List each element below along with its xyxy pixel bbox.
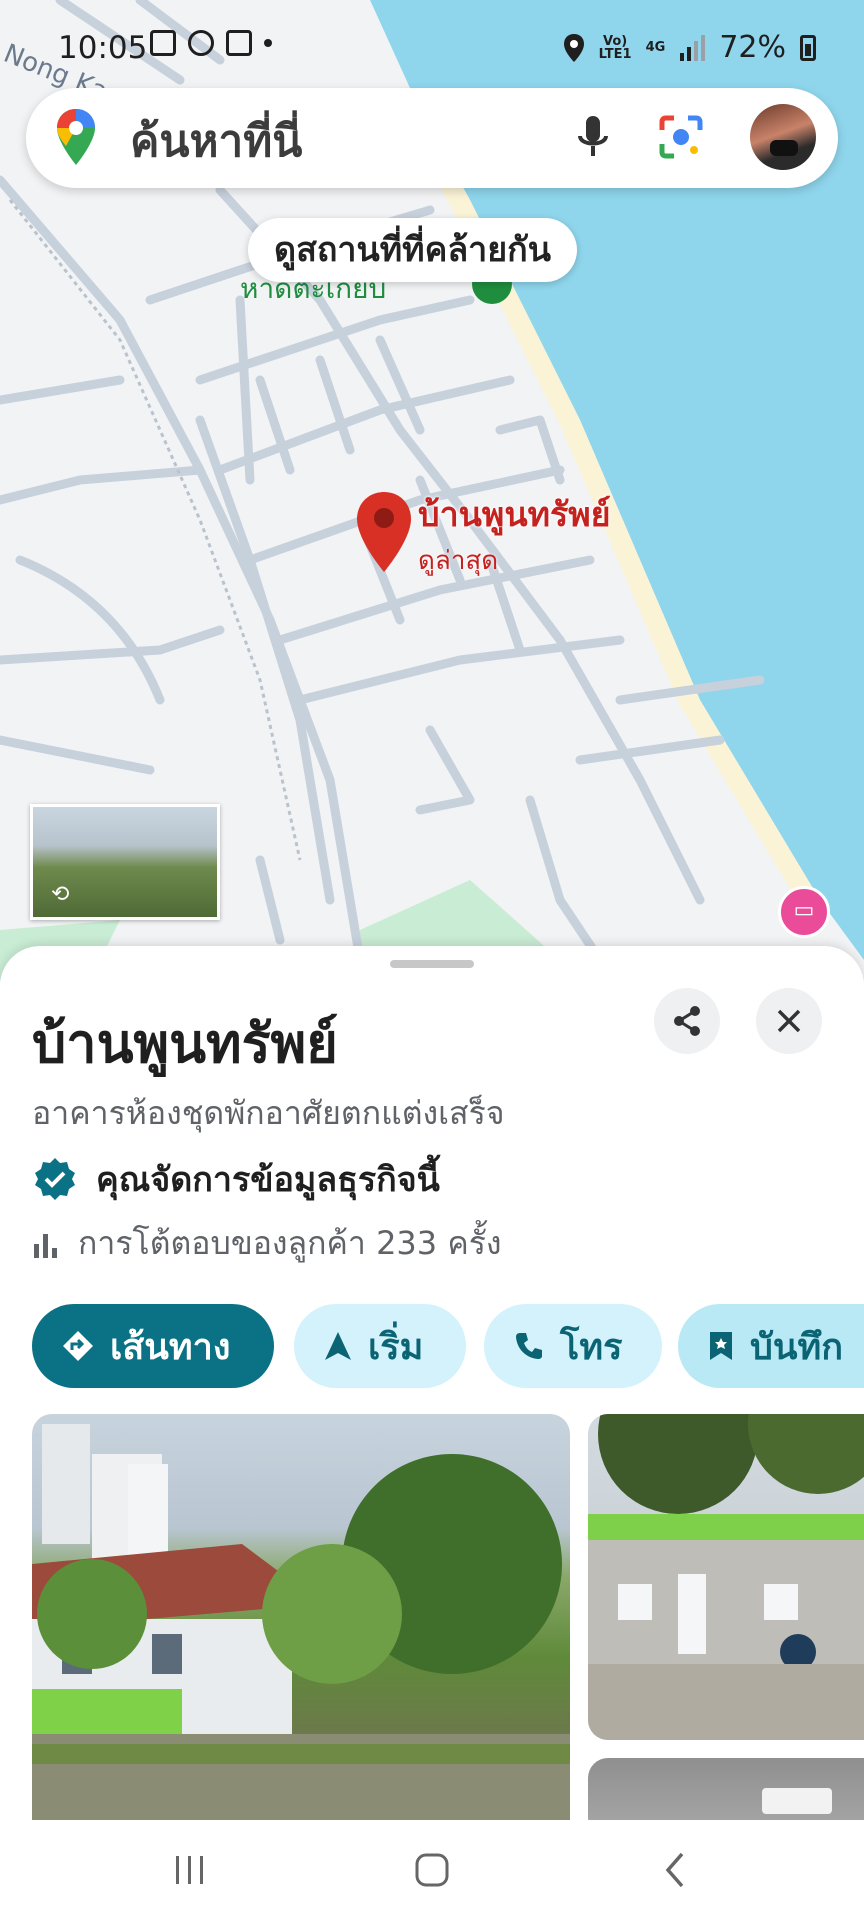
- seven-eleven-notification-icon: [226, 30, 252, 56]
- similar-places-chip[interactable]: ดูสถานที่ที่คล้ายกัน: [248, 218, 577, 282]
- call-button[interactable]: โทร: [484, 1304, 662, 1388]
- verified-text: คุณจัดการข้อมูลธุรกิจนี้: [96, 1160, 440, 1200]
- start-button[interactable]: เริ่ม: [294, 1304, 466, 1388]
- signal-icon: [680, 34, 706, 61]
- search-input[interactable]: ค้นหาที่นี่: [130, 106, 302, 176]
- volte-indicator: Vo) LTE1: [598, 33, 632, 62]
- place-details-sheet[interactable]: บ้านพูนทรัพย์ อาคารห้องชุดพักอาศัยตกแต่ง…: [0, 946, 864, 1920]
- system-navigation-bar: [0, 1820, 864, 1920]
- street-view-rotate-icon: ⟲: [51, 882, 70, 907]
- battery-icon: [800, 34, 816, 61]
- bookmark-icon: [710, 1332, 732, 1360]
- bar-chart-icon: [34, 1233, 57, 1258]
- house-photo: [32, 1424, 570, 1820]
- building-photo: [588, 1414, 864, 1740]
- place-title: บ้านพูนทรัพย์: [32, 1012, 338, 1075]
- location-icon: [563, 33, 584, 62]
- share-button[interactable]: [654, 988, 720, 1054]
- google-maps-logo-icon: [57, 109, 95, 165]
- status-bar: 10:05 Vo) LTE1 4G 72%: [0, 0, 864, 96]
- directions-label: เส้นทาง: [110, 1326, 231, 1368]
- close-button[interactable]: [756, 988, 822, 1054]
- save-label: บันทึก: [750, 1326, 843, 1368]
- google-lens-icon[interactable]: [658, 114, 704, 160]
- owner-verified-row[interactable]: คุณจัดการข้อมูลธุรกิจนี้: [32, 1152, 440, 1206]
- more-notifications-icon: [264, 39, 272, 47]
- verified-badge-icon: [35, 1158, 75, 1200]
- navigation-arrow-icon: [325, 1332, 351, 1360]
- marker-label[interactable]: บ้านพูนทรัพย์: [418, 495, 611, 535]
- gallery-notification-icon: [150, 30, 176, 56]
- gallery-photo-2[interactable]: [588, 1414, 864, 1740]
- home-icon[interactable]: [412, 1850, 452, 1890]
- sheet-drag-handle[interactable]: [390, 960, 474, 968]
- call-label: โทร: [560, 1326, 623, 1368]
- battery-percent: 72%: [719, 30, 786, 65]
- save-button[interactable]: บันทึก: [678, 1304, 864, 1388]
- close-icon: [777, 1009, 801, 1033]
- marker-sublabel: ดูล่าสุด: [418, 546, 499, 576]
- phone-icon: [516, 1333, 542, 1359]
- place-category: อาคารห้องชุดพักอาศัยตกแต่งเสร็จ: [32, 1094, 505, 1132]
- street-view-thumbnail[interactable]: ⟲: [30, 804, 220, 920]
- hotel-pin-icon[interactable]: ▭: [778, 886, 830, 938]
- search-bar[interactable]: ค้นหาที่นี่: [26, 88, 838, 188]
- recent-apps-icon[interactable]: [172, 1850, 208, 1890]
- back-icon[interactable]: [660, 1850, 690, 1890]
- microphone-icon[interactable]: [576, 114, 610, 162]
- gallery-photo-main[interactable]: [32, 1414, 570, 1820]
- directions-button[interactable]: เส้นทาง: [32, 1304, 274, 1388]
- directions-icon: [63, 1331, 93, 1361]
- share-icon: [674, 1006, 700, 1036]
- status-time: 10:05: [58, 30, 148, 66]
- account-avatar[interactable]: [750, 104, 816, 170]
- network-type-indicator: 4G: [645, 40, 666, 55]
- customer-interactions-row[interactable]: การโต้ตอบของลูกค้า 233 ครั้ง: [32, 1218, 502, 1269]
- messenger-notification-icon: [188, 30, 214, 56]
- interactions-text: การโต้ตอบของลูกค้า 233 ครั้ง: [78, 1224, 502, 1262]
- start-label: เริ่ม: [368, 1326, 424, 1368]
